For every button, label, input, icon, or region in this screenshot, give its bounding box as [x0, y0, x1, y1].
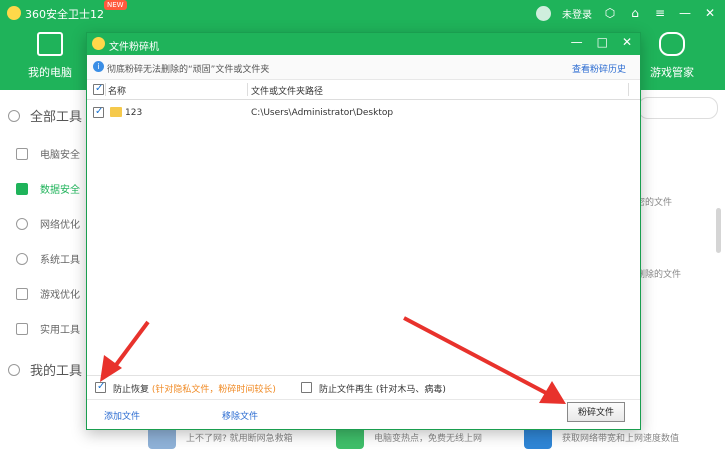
prevent-recovery-checkbox[interactable] [95, 381, 106, 393]
sidebar-item-label: 网络优化 [40, 220, 80, 231]
gamepad-icon [659, 32, 685, 56]
prevent-recovery-hint: (针对隐私文件，粉碎时间较长) [151, 385, 276, 395]
sidebar-my-tools-label: 我的工具 [30, 364, 83, 379]
maximize-icon[interactable]: □ [597, 35, 608, 49]
prevent-regen-label[interactable]: 防止文件再生 (针对木马、病毒) [319, 382, 446, 395]
options-bar: 防止恢复 (针对隐私文件，粉碎时间较长) 防止文件再生 (针对木马、病毒) [87, 375, 640, 400]
menu-icon[interactable]: ≡ [653, 4, 667, 22]
row-name: 123 [125, 108, 143, 118]
settings-icon[interactable]: ⬡ [603, 4, 617, 22]
column-divider[interactable] [247, 83, 248, 96]
app-logo-icon [7, 6, 21, 20]
tool-desc-1: 密的文件 [636, 198, 673, 208]
prevent-recovery-label[interactable]: 防止恢复 (针对隐私文件，粉碎时间较长) [113, 382, 276, 395]
sidebar-item-label: 数据安全 [40, 185, 80, 196]
app-logo-icon [92, 37, 105, 50]
sidebar-header[interactable]: 全部工具 [8, 106, 82, 125]
shred-file-button[interactable]: 粉碎文件 [567, 402, 625, 422]
app-titlebar: 360安全卫士12 NEW 未登录 ⬡ ⌂ ≡ — ✕ [0, 0, 725, 26]
sidebar-my-tools[interactable]: 我的工具 [8, 360, 82, 379]
avatar[interactable] [536, 5, 551, 21]
login-status[interactable]: 未登录 [562, 6, 592, 21]
sidebar-item-label: 游戏优化 [40, 290, 80, 301]
prevent-regen-text: 防止文件再生 [319, 385, 374, 395]
info-text: 彻底粉碎无法删除的“顽固”文件或文件夹 [107, 65, 270, 75]
dialog-title: 文件粉碎机 [109, 42, 159, 53]
sidebar-item-label: 电脑安全 [40, 150, 80, 161]
file-list [87, 99, 640, 375]
titlebar-controls: 未登录 ⬡ ⌂ ≡ — ✕ [536, 4, 717, 22]
close-icon[interactable]: ✕ [622, 35, 632, 49]
column-divider [105, 83, 106, 96]
heart-icon [8, 363, 20, 376]
nav-my-computer-label: 我的电脑 [28, 66, 72, 79]
column-path-header[interactable]: 文件或文件夹路径 [251, 84, 323, 97]
row-checkbox[interactable] [93, 106, 104, 118]
add-file-link[interactable]: 添加文件 [104, 409, 140, 422]
prevent-regen-hint: (针对木马、病毒) [375, 385, 446, 395]
sidebar-item-network[interactable]: 网络优化 [16, 216, 80, 231]
globe-icon [16, 217, 28, 230]
app-title: 360安全卫士12 [25, 8, 104, 21]
sidebar-item-system-tools[interactable]: 系统工具 [16, 251, 80, 266]
file-shredder-dialog: 文件粉碎机 — □ ✕ i 彻底粉碎无法删除的“顽固”文件或文件夹 查看粉碎历史… [86, 32, 641, 430]
grid-icon [8, 109, 20, 122]
prevent-recovery-text: 防止恢复 [113, 385, 150, 395]
sidebar-item-game-opt[interactable]: 游戏优化 [16, 286, 80, 301]
monitor-icon [37, 32, 63, 56]
wrench-icon [16, 322, 28, 335]
minimize-icon[interactable]: — [571, 35, 583, 49]
search-input[interactable] [638, 97, 718, 119]
feature-label: 上不了网? 就用断网急救箱 [186, 433, 293, 444]
prevent-regen-checkbox[interactable] [301, 382, 312, 393]
dialog-titlebar[interactable]: 文件粉碎机 — □ ✕ [87, 33, 640, 55]
close-icon[interactable]: ✕ [703, 4, 717, 22]
column-divider [628, 83, 629, 96]
table-row[interactable]: 123 C:\Users\Administrator\Desktop [87, 103, 640, 123]
tool-desc-2: 删除的文件 [636, 270, 682, 280]
action-bar: 添加文件 移除文件 粉碎文件 [87, 399, 640, 430]
row-path: C:\Users\Administrator\Desktop [251, 108, 394, 118]
column-name-header[interactable]: 名称 [108, 84, 126, 97]
dialog-window-controls: — □ ✕ [571, 35, 632, 49]
feature-label: 获取网络带宽和上网速度数值 [562, 433, 680, 444]
gear-icon [16, 252, 28, 265]
folder-icon [110, 107, 122, 117]
info-icon: i [93, 61, 104, 72]
feature-label: 电脑变热点，免费无线上网 [374, 433, 483, 444]
sidebar-header-label: 全部工具 [30, 110, 83, 125]
sidebar-item-utilities[interactable]: 实用工具 [16, 321, 80, 336]
nav-game-manager[interactable]: 游戏管家 [642, 32, 702, 80]
nav-my-computer[interactable]: 我的电脑 [20, 32, 80, 80]
sidebar-item-pc-security[interactable]: 电脑安全 [16, 146, 80, 161]
new-badge: NEW [104, 0, 127, 10]
sidebar-item-data-security[interactable]: 数据安全 [16, 181, 80, 196]
sidebar-item-label: 系统工具 [40, 255, 80, 266]
scrollbar[interactable] [716, 208, 721, 253]
file-table-header: 名称 文件或文件夹路径 [87, 80, 640, 100]
sidebar-item-label: 实用工具 [40, 325, 80, 336]
skin-icon[interactable]: ⌂ [628, 4, 642, 22]
info-bar: i 彻底粉碎无法删除的“顽固”文件或文件夹 查看粉碎历史 [87, 55, 640, 80]
remove-file-link[interactable]: 移除文件 [222, 409, 258, 422]
gamepad-icon [16, 287, 28, 300]
minimize-icon[interactable]: — [678, 4, 692, 22]
view-history-link[interactable]: 查看粉碎历史 [572, 62, 626, 75]
computer-icon [16, 147, 28, 160]
shield-icon [16, 182, 28, 195]
nav-game-manager-label: 游戏管家 [650, 66, 694, 79]
select-all-checkbox[interactable] [93, 83, 104, 95]
